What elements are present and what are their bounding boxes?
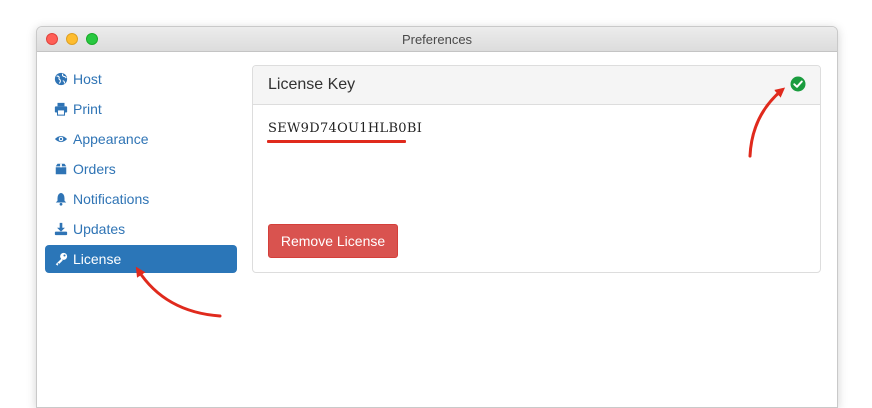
window-title: Preferences (401, 32, 473, 47)
sidebar-item-label: Orders (73, 161, 116, 177)
sidebar-item-label: Updates (73, 221, 126, 237)
key-icon (54, 252, 68, 266)
preferences-window: Preferences Host Print Appearance Orders (36, 26, 838, 408)
printer-icon (54, 102, 68, 116)
sidebar-item-print[interactable]: Print (45, 95, 237, 123)
eye-icon (54, 132, 68, 146)
annotation-underline (267, 140, 406, 143)
sidebar-nav: Host Print Appearance Orders Notificatio… (45, 65, 237, 275)
remove-license-button[interactable]: Remove License (268, 224, 398, 258)
sidebar-item-license[interactable]: License (45, 245, 237, 273)
bell-icon (54, 192, 68, 206)
globe-icon (54, 72, 68, 86)
sidebar-item-notifications[interactable]: Notifications (45, 185, 237, 213)
download-icon (54, 222, 68, 236)
sidebar-item-updates[interactable]: Updates (45, 215, 237, 243)
box-icon (54, 162, 68, 176)
panel-header: License Key (253, 66, 820, 105)
sidebar-item-appearance[interactable]: Appearance (45, 125, 237, 153)
license-key-value: SEW9D74OU1HLB0BI (268, 121, 423, 136)
sidebar-item-host[interactable]: Host (45, 65, 237, 93)
sidebar-item-label: Appearance (73, 131, 149, 147)
license-key-panel: License Key SEW9D74OU1HLB0BI Remove Lice… (252, 65, 821, 273)
sidebar-item-orders[interactable]: Orders (45, 155, 237, 183)
check-circle-icon (790, 76, 806, 92)
panel-title: License Key (268, 76, 356, 93)
sidebar-item-label: Print (73, 101, 102, 117)
sidebar-item-label: Host (73, 71, 102, 87)
title-bar[interactable]: Preferences (37, 27, 837, 52)
sidebar-item-label: Notifications (73, 191, 150, 207)
sidebar-item-label: License (73, 251, 122, 267)
